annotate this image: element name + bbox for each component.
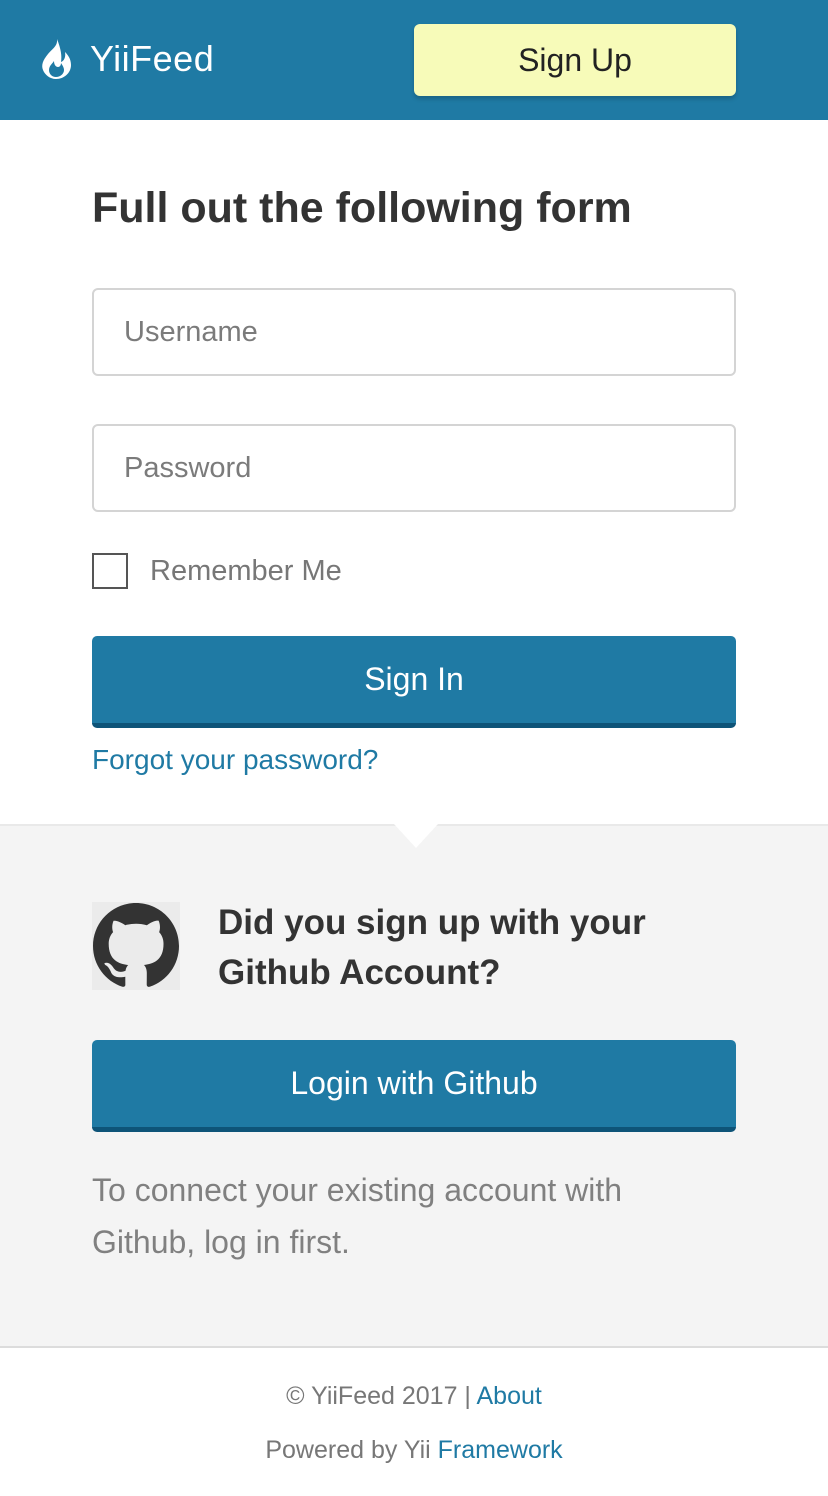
github-login-section: Did you sign up with your Github Account… bbox=[0, 824, 828, 1348]
github-question: Did you sign up with your Github Account… bbox=[218, 903, 646, 992]
password-input[interactable] bbox=[92, 424, 736, 512]
remember-me-checkbox[interactable] bbox=[92, 553, 128, 589]
form-title: Full out the following form bbox=[92, 184, 632, 232]
brand-link[interactable]: YiiFeed bbox=[38, 36, 214, 82]
remember-me-row: Remember Me bbox=[92, 552, 342, 590]
sign-up-button[interactable]: Sign Up bbox=[414, 24, 736, 96]
footer-powered-by: Powered by Yii Framework bbox=[0, 1436, 828, 1465]
section-pointer bbox=[394, 824, 438, 848]
brand-name: YiiFeed bbox=[90, 38, 215, 79]
github-icon bbox=[92, 902, 180, 990]
sign-in-button[interactable]: Sign In bbox=[92, 636, 736, 728]
about-link[interactable]: About bbox=[477, 1382, 542, 1410]
top-navbar: YiiFeed Sign Up bbox=[0, 0, 828, 120]
forgot-password-link[interactable]: Forgot your password? bbox=[92, 744, 378, 776]
flame-icon bbox=[38, 39, 74, 79]
github-note: To connect your existing account with Gi… bbox=[92, 1172, 623, 1260]
remember-me-label[interactable]: Remember Me bbox=[150, 555, 342, 588]
framework-link[interactable]: Framework bbox=[438, 1436, 563, 1464]
powered-by-text: Powered by Yii bbox=[265, 1436, 431, 1464]
login-with-github-button[interactable]: Login with Github bbox=[92, 1040, 736, 1132]
username-input[interactable] bbox=[92, 288, 736, 376]
copyright-text: © YiiFeed 2017 | bbox=[286, 1382, 471, 1410]
footer-copyright: © YiiFeed 2017 | About bbox=[0, 1382, 828, 1411]
